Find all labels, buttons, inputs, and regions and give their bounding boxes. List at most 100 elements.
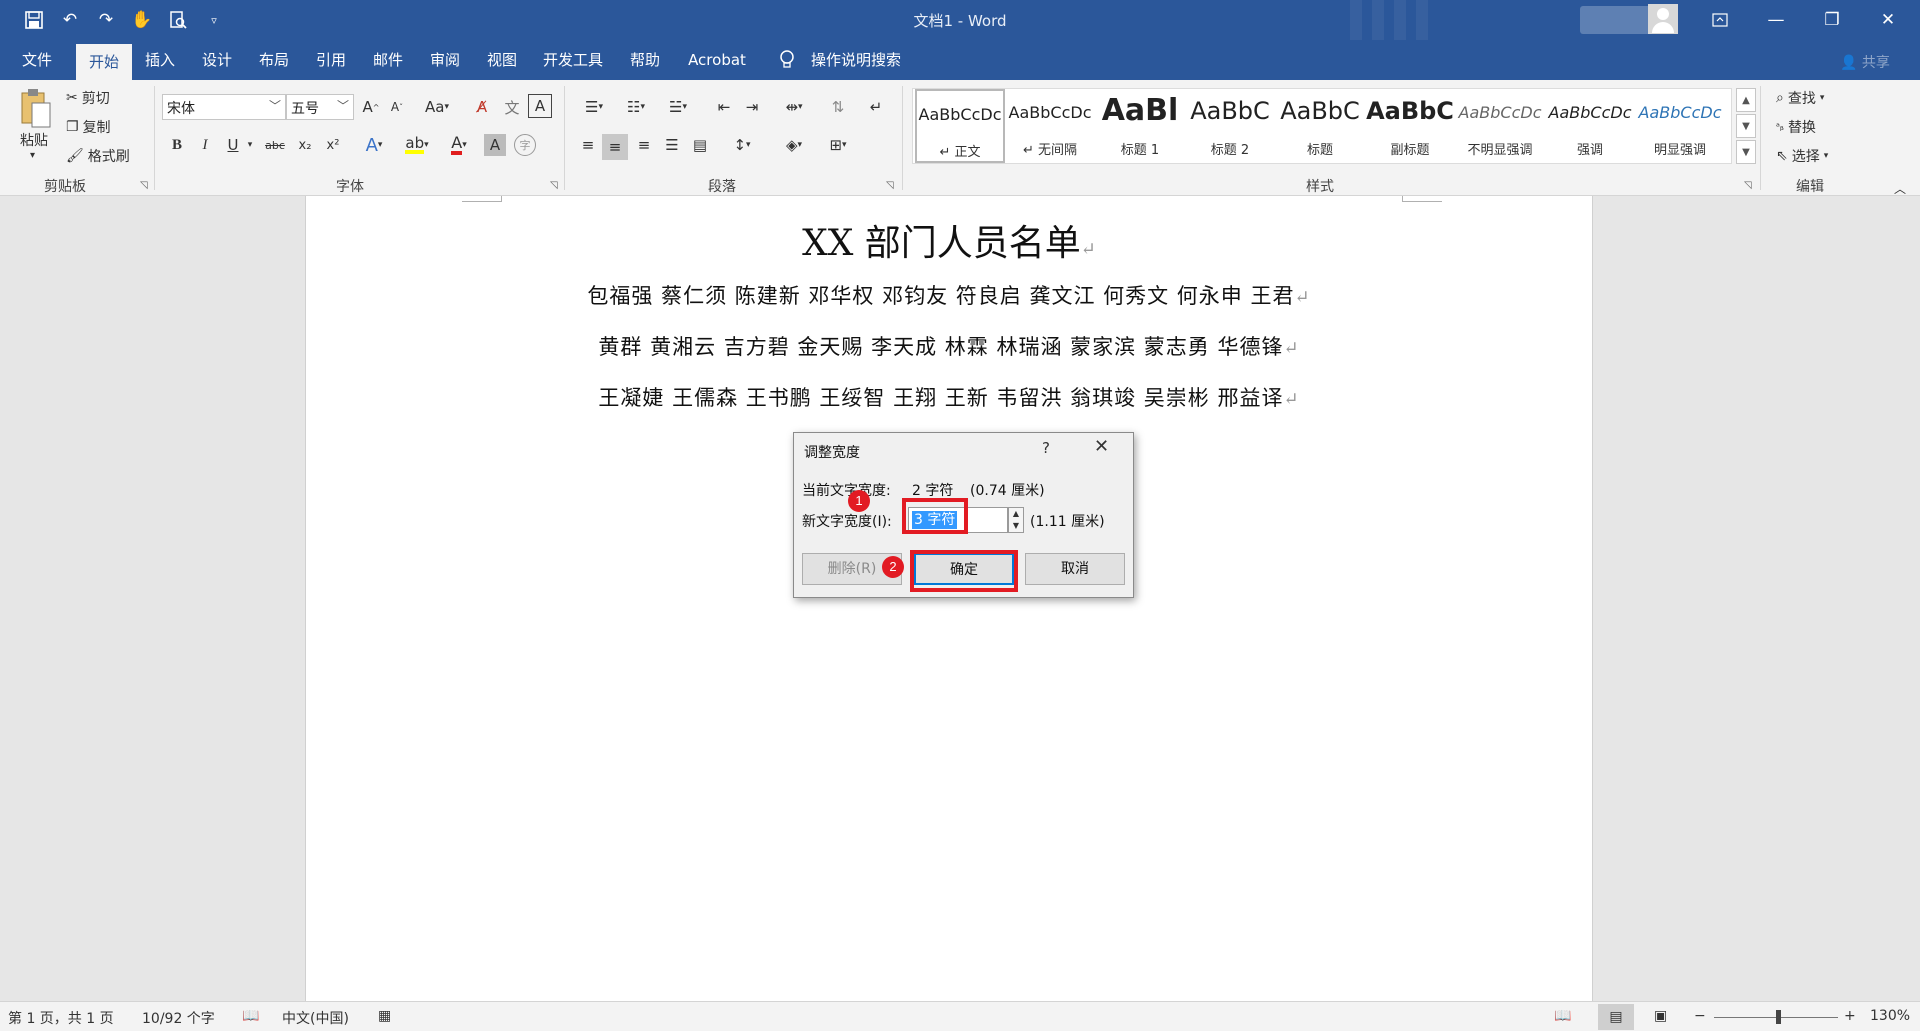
underline-dropdown-icon[interactable]: ▾ [244, 134, 256, 156]
tab-view[interactable]: 视图 [478, 40, 526, 80]
restore-icon[interactable]: ❐ [1804, 0, 1860, 40]
tab-file[interactable]: 文件 [8, 40, 66, 80]
underline-icon[interactable]: U [222, 134, 244, 156]
zoom-level[interactable]: 130% [1870, 1008, 1910, 1024]
style-normal[interactable]: AaBbCcDc ↵ 正文 [915, 89, 1005, 163]
subscript-icon[interactable]: x₂ [294, 134, 316, 156]
multilevel-list-icon[interactable]: ☱ ▾ [660, 96, 696, 118]
spin-up-icon[interactable]: ▲ [1009, 508, 1023, 520]
decrease-indent-icon[interactable]: ⇤ [712, 96, 736, 118]
minimize-icon[interactable]: — [1748, 0, 1804, 40]
copy-button[interactable]: ❐ 复制 [66, 117, 111, 137]
bullets-icon[interactable]: ☰ ▾ [576, 96, 612, 118]
font-color-icon[interactable]: A ▾ [442, 134, 476, 156]
share-button[interactable]: 👤 共享 [1840, 52, 1890, 72]
shading-icon[interactable]: ◈ ▾ [776, 134, 812, 156]
paragraph-launcher-icon[interactable]: ◹ [886, 180, 894, 191]
print-layout-icon[interactable]: ▤ [1598, 1004, 1634, 1030]
tab-home[interactable]: 开始 [76, 44, 132, 80]
style-subtle-emphasis[interactable]: AaBbCcDc 不明显强调 [1455, 89, 1545, 163]
shrink-font-icon[interactable]: Aˇ [386, 96, 408, 118]
character-shading-icon[interactable]: A [484, 134, 506, 156]
tab-design[interactable]: 设计 [193, 40, 241, 80]
line-spacing-icon[interactable]: ↕ ▾ [724, 134, 760, 156]
zoom-slider-thumb[interactable] [1776, 1010, 1781, 1024]
style-no-spacing[interactable]: AaBbCcDc ↵ 无间隔 [1005, 89, 1095, 163]
sort-icon[interactable]: ⇅ [826, 96, 850, 118]
enclose-characters-icon[interactable]: 字 [514, 134, 536, 156]
borders-icon[interactable]: ⊞ ▾ [820, 134, 856, 156]
avatar[interactable] [1648, 4, 1678, 34]
font-size-box[interactable]: 五号 ﹀ [286, 94, 354, 120]
tab-mailings[interactable]: 邮件 [364, 40, 412, 80]
clipboard-launcher-icon[interactable]: ◹ [140, 180, 148, 191]
numbering-icon[interactable]: ☷ ▾ [618, 96, 654, 118]
show-formatting-marks-icon[interactable]: ↵ [864, 96, 888, 118]
name-list-line[interactable]: 包福强 蔡仁须 陈建新 邓华权 邓钧友 符良启 龚文江 何秀文 何永申 王君↵ [306, 280, 1592, 310]
strikethrough-icon[interactable]: abc [262, 134, 288, 156]
close-icon[interactable]: ✕ [1094, 436, 1109, 457]
paste-dropdown-icon[interactable]: ▾ [30, 150, 35, 161]
select-button[interactable]: ⇖ 选择 ▾ [1776, 146, 1828, 166]
proofing-icon[interactable]: 📖 [242, 1008, 259, 1024]
align-right-icon[interactable]: ≡ [632, 134, 656, 156]
clear-formatting-icon[interactable]: A̸ [470, 96, 494, 118]
tab-insert[interactable]: 插入 [136, 40, 184, 80]
name-list-line[interactable]: 黄群 黄湘云 吉方碧 金天赐 李天成 林霖 林瑞涵 蒙家滨 蒙志勇 华德锋↵ [306, 331, 1592, 361]
document-page[interactable]: XX 部门人员名单↵ 包福强 蔡仁须 陈建新 邓华权 邓钧友 符良启 龚文江 何… [305, 196, 1593, 1001]
tab-layout[interactable]: 布局 [250, 40, 298, 80]
width-spinner[interactable]: ▲ ▼ [1008, 507, 1024, 533]
justify-icon[interactable]: ☰ [660, 134, 684, 156]
font-name-box[interactable]: 宋体 ﹀ [162, 94, 286, 120]
grow-font-icon[interactable]: A ^ [360, 96, 382, 118]
help-icon[interactable]: ? [1042, 439, 1050, 457]
bold-icon[interactable]: B [166, 134, 188, 156]
language-indicator[interactable]: 中文(中国) [282, 1008, 349, 1028]
document-heading[interactable]: XX 部门人员名单↵ [306, 214, 1592, 266]
paste-icon[interactable] [16, 86, 56, 130]
italic-icon[interactable]: I [194, 134, 216, 156]
align-center-icon[interactable]: ≡ [602, 134, 628, 160]
gallery-more-icon[interactable]: ▼ [1736, 140, 1756, 164]
tab-references[interactable]: 引用 [307, 40, 355, 80]
find-button[interactable]: ⌕ 查找 ▾ [1776, 88, 1824, 108]
zoom-out-icon[interactable]: − [1694, 1008, 1706, 1024]
tab-developer[interactable]: 开发工具 [535, 40, 611, 80]
paste-button[interactable]: 粘贴 [20, 130, 48, 150]
name-list-line[interactable]: 王凝婕 王儒森 王书鹏 王绥智 王翔 王新 韦留洪 翁琪竣 吴崇彬 邢益译↵ [306, 382, 1592, 412]
style-emphasis[interactable]: AaBbCcDc 强调 [1545, 89, 1635, 163]
close-icon[interactable]: ✕ [1860, 0, 1916, 40]
align-left-icon[interactable]: ≡ [576, 134, 600, 156]
web-layout-icon[interactable]: ▣ [1654, 1008, 1667, 1024]
style-intense-emphasis[interactable]: AaBbCcDc 明显强调 [1635, 89, 1725, 163]
chevron-down-icon[interactable]: ﹀ [269, 97, 281, 114]
read-mode-icon[interactable]: 📖 [1554, 1008, 1571, 1024]
text-effects-icon[interactable]: A ▾ [360, 134, 388, 156]
macro-recording-icon[interactable]: ▦ [378, 1008, 391, 1024]
replace-button[interactable]: ᵃᵦ 替换 [1776, 117, 1816, 137]
superscript-icon[interactable]: x² [322, 134, 344, 156]
style-heading-2[interactable]: AaBbC 标题 2 [1185, 89, 1275, 163]
gallery-scroll-down-icon[interactable]: ▼ [1736, 114, 1756, 138]
zoom-in-icon[interactable]: + [1844, 1008, 1856, 1024]
increase-indent-icon[interactable]: ⇥ [740, 96, 764, 118]
tab-help[interactable]: 帮助 [619, 40, 671, 80]
change-case-button[interactable]: Aa ▾ [420, 96, 454, 118]
ribbon-display-options-icon[interactable] [1692, 0, 1748, 40]
highlight-color-icon[interactable]: ab ▾ [400, 134, 434, 156]
collapse-ribbon-icon[interactable]: ︿ [1894, 180, 1906, 197]
style-heading-1[interactable]: AaBl 标题 1 [1095, 89, 1185, 163]
chevron-down-icon[interactable]: ﹀ [337, 97, 349, 114]
format-painter-button[interactable]: 🖌 格式刷 [66, 146, 130, 166]
gallery-scroll-up-icon[interactable]: ▲ [1736, 88, 1756, 112]
spin-down-icon[interactable]: ▼ [1009, 520, 1023, 532]
tab-review[interactable]: 审阅 [421, 40, 469, 80]
phonetic-guide-icon[interactable]: 文 [500, 96, 524, 118]
style-subtitle[interactable]: AaBbC 副标题 [1365, 89, 1455, 163]
cancel-button[interactable]: 取消 [1025, 553, 1125, 585]
font-launcher-icon[interactable]: ◹ [550, 180, 558, 191]
styles-launcher-icon[interactable]: ◹ [1744, 180, 1752, 191]
page-count[interactable]: 第 1 页，共 1 页 [8, 1008, 114, 1028]
word-count[interactable]: 10/92 个字 [142, 1008, 215, 1028]
chinese-layout-icon[interactable]: ⇹ ▾ [776, 96, 812, 118]
